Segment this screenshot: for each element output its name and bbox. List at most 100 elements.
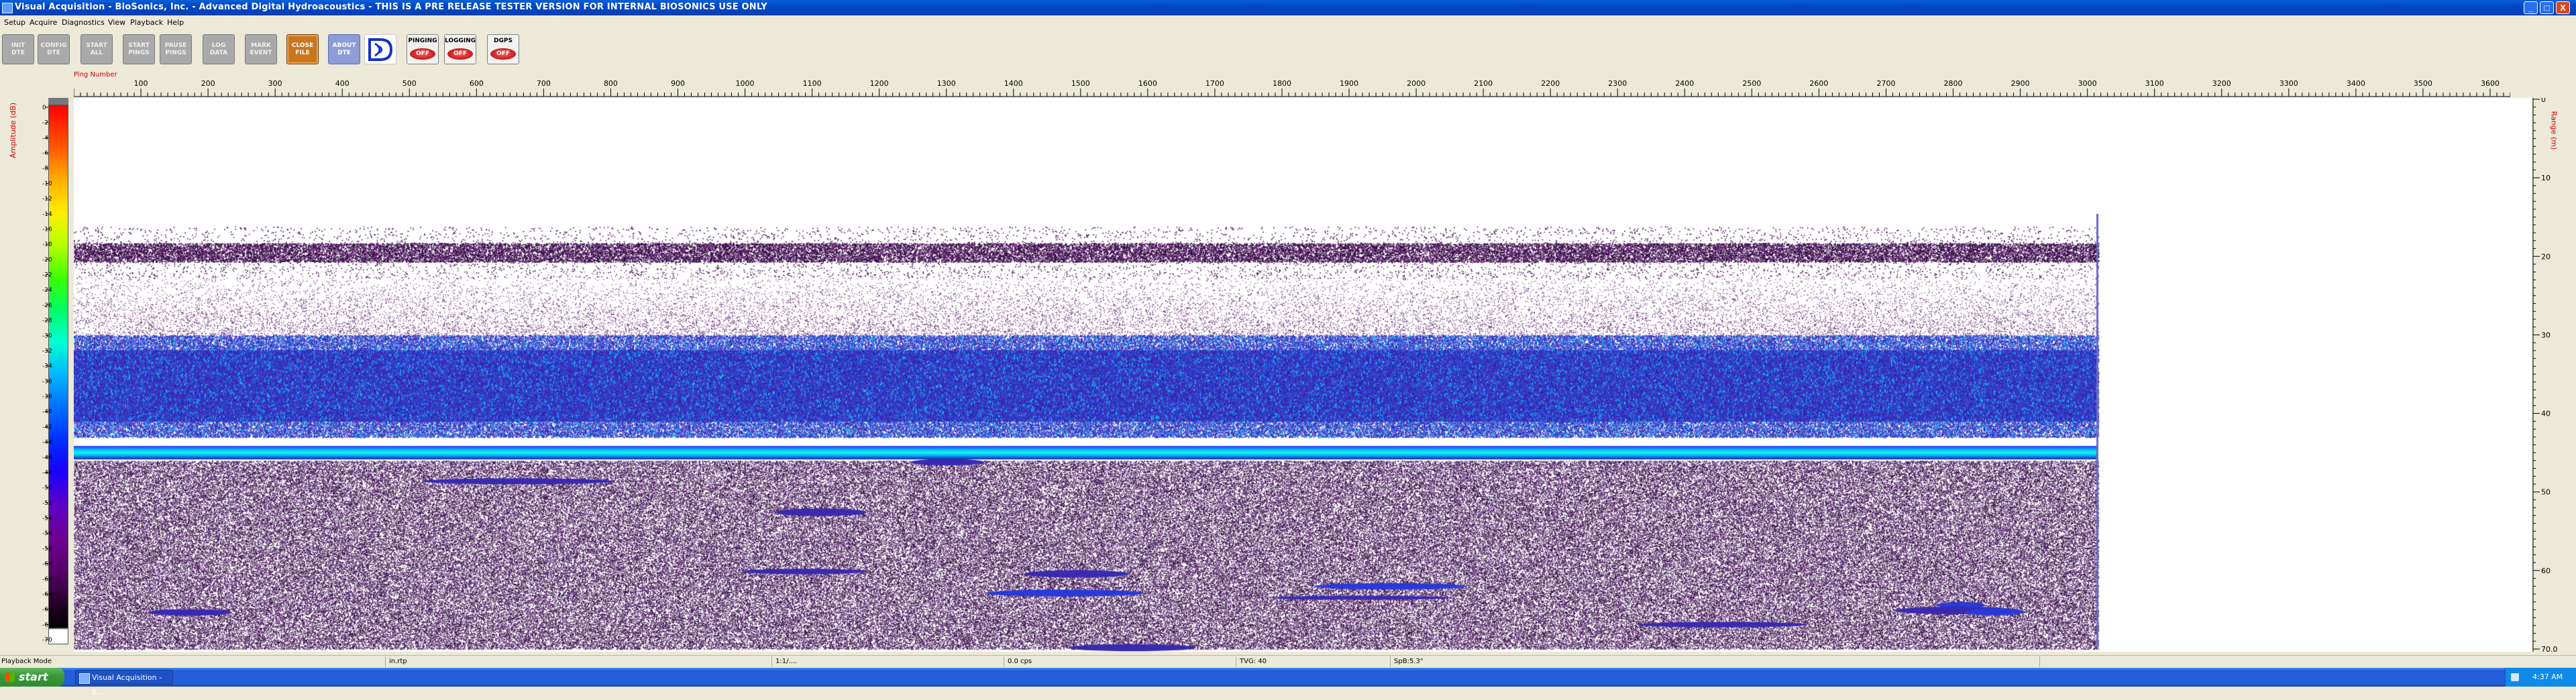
- colorbar-tick-label: 0: [42, 105, 46, 111]
- colorbar-tick-label: -54: [42, 516, 52, 522]
- start-all-line2: ALL: [90, 50, 103, 56]
- colorbar-tick-label: -66: [42, 607, 52, 614]
- colorbar-tick-label: -38: [42, 394, 52, 400]
- colorbar-tick-label: -64: [42, 591, 52, 598]
- range-tick-label: 30: [2541, 331, 2551, 339]
- x-tick-label: 1400: [1004, 79, 1023, 88]
- colorbar-tick-label: -60: [42, 561, 52, 568]
- echogram-plot[interactable]: [74, 98, 2532, 652]
- mark-event-button[interactable]: MARK EVENT: [245, 34, 277, 64]
- mark-event-line2: EVENT: [250, 50, 272, 56]
- close-button[interactable]: X: [2556, 1, 2570, 14]
- menu-help[interactable]: Help: [167, 18, 184, 27]
- dgps-state: OFF: [490, 48, 516, 60]
- x-tick-label: 2300: [1608, 79, 1627, 88]
- colorbar-tick-label: -10: [42, 180, 52, 187]
- clock: 4:37 AM: [2532, 673, 2563, 681]
- x-tick-label: 100: [134, 79, 148, 88]
- logging-state: OFF: [447, 48, 473, 60]
- x-tick-label: 700: [537, 79, 551, 88]
- range-tick-label: 40: [2541, 410, 2551, 418]
- range-tick-label: 10: [2541, 174, 2551, 182]
- taskbar-item-label: Visual Acquisition - B...: [92, 673, 162, 697]
- start-all-button[interactable]: START ALL: [80, 34, 113, 64]
- x-tick-label: 400: [335, 79, 350, 88]
- colorbar-tick-label: -30: [42, 333, 52, 339]
- x-tick-label: 3500: [2414, 79, 2432, 88]
- colorbar-tick-label: -32: [42, 348, 52, 355]
- log-data-button[interactable]: LOG DATA: [203, 34, 235, 64]
- x-tick-label: 900: [671, 79, 685, 88]
- pause-pings-button[interactable]: PAUSE PINGS: [160, 34, 192, 64]
- colorbar-tick-label: -4: [42, 135, 48, 141]
- start-pings-button[interactable]: START PINGS: [123, 34, 155, 64]
- x-tick-label: 3300: [2279, 79, 2298, 88]
- x-tick-label: 600: [470, 79, 484, 88]
- x-tick-label: 2200: [1541, 79, 1560, 88]
- app-icon: [2, 3, 13, 13]
- dgps-toggle[interactable]: DGPS OFF: [487, 34, 519, 64]
- start-label: start: [19, 670, 48, 683]
- range-tick-label: 60: [2541, 567, 2551, 575]
- x-tick-label: 2400: [1675, 79, 1694, 88]
- menu-setup[interactable]: Setup: [4, 18, 25, 27]
- menu-bar: Setup Acquire Diagnostics View Playback …: [0, 15, 2576, 29]
- logging-toggle[interactable]: LOGGING OFF: [444, 34, 476, 64]
- range-axis-svg: 0 10 20 30 40 50 60 70.0: [2532, 95, 2558, 654]
- init-dte-line1: INIT: [11, 42, 25, 49]
- init-dte-line2: DTE: [11, 50, 25, 56]
- start-button[interactable]: start: [0, 668, 64, 687]
- menu-playback[interactable]: Playback: [130, 18, 163, 27]
- x-tick-label: 2800: [1944, 79, 1963, 88]
- pause-pings-line1: PAUSE: [164, 42, 187, 49]
- x-tick-label: 1000: [736, 79, 755, 88]
- minimize-button[interactable]: _: [2524, 1, 2538, 14]
- init-dte-button[interactable]: INIT DTE: [2, 34, 34, 64]
- start-pings-line1: START: [128, 42, 150, 49]
- colorbar-tick-label: -40: [42, 409, 52, 416]
- x-tick-label: 1300: [937, 79, 956, 88]
- x-tick-label: 2600: [1809, 79, 1828, 88]
- x-tick-label: 2000: [1407, 79, 1426, 88]
- close-file-button[interactable]: CLOSE FILE: [286, 34, 319, 64]
- menu-acquire[interactable]: Acquire: [30, 18, 57, 27]
- colorbar-tick-label: -36: [42, 378, 52, 385]
- menu-view[interactable]: View: [108, 18, 125, 27]
- menu-diagnostics[interactable]: Diagnostics: [62, 18, 105, 27]
- biosonics-logo-button[interactable]: [364, 34, 396, 64]
- x-tick-label: 3400: [2347, 79, 2365, 88]
- maximize-button[interactable]: □: [2540, 1, 2554, 14]
- about-dte-line2: DTE: [337, 50, 351, 56]
- about-dte-line1: ABOUT: [332, 42, 356, 49]
- x-tick-label: 500: [402, 79, 417, 88]
- colorbar-ticks: 0 -2 -4 -6 -8 -10 -12 -14 -16 -18 -20 -22 -24 -26 -28 -…: [42, 105, 52, 644]
- colorbar-tick-label: -6: [42, 150, 48, 157]
- config-dte-line1: CONFIG: [40, 42, 67, 49]
- x-tick-label: 800: [604, 79, 618, 88]
- x-tick-label: 1100: [803, 79, 822, 88]
- colorbar-tick-label: -52: [42, 500, 52, 507]
- colorbar-tick-label: -50: [42, 485, 52, 491]
- status-bar: Playback Mode in.rtp 1:1/.... 0.0 cps TV…: [0, 655, 2576, 668]
- config-dte-button[interactable]: CONFIG DTE: [38, 34, 70, 64]
- pinging-toggle[interactable]: PINGING OFF: [407, 34, 439, 64]
- status-ping-position: 1:1/....: [775, 658, 798, 665]
- biosonics-logo-icon: [368, 38, 393, 61]
- amplitude-colorbar-panel: 0 -2 -4 -6 -8 -10 -12 -14 -16 -18 -20 -22 -24 -26 -28 -…: [40, 98, 72, 652]
- status-divider: [2039, 656, 2040, 667]
- pinging-state: OFF: [410, 48, 435, 60]
- close-file-line2: FILE: [295, 50, 310, 56]
- x-tick-label: 1600: [1138, 79, 1157, 88]
- about-dte-button[interactable]: ABOUT DTE: [328, 34, 360, 64]
- status-mode: Playback Mode: [1, 658, 52, 665]
- windows-taskbar: start Visual Acquisition - B... 4:37 AM: [0, 668, 2576, 697]
- x-tick-label: 200: [201, 79, 215, 88]
- colorbar-tick-label: -34: [42, 363, 52, 370]
- colorbar-tick-label: -28: [42, 318, 52, 325]
- system-tray: 4:37 AM: [2505, 668, 2576, 687]
- range-tick-label: 20: [2541, 252, 2551, 261]
- x-tick-label: 2900: [2011, 79, 2030, 88]
- taskbar-item-visual-acquisition[interactable]: Visual Acquisition - B...: [75, 670, 173, 697]
- logging-label: LOGGING: [445, 38, 476, 44]
- network-icon[interactable]: [2511, 673, 2519, 681]
